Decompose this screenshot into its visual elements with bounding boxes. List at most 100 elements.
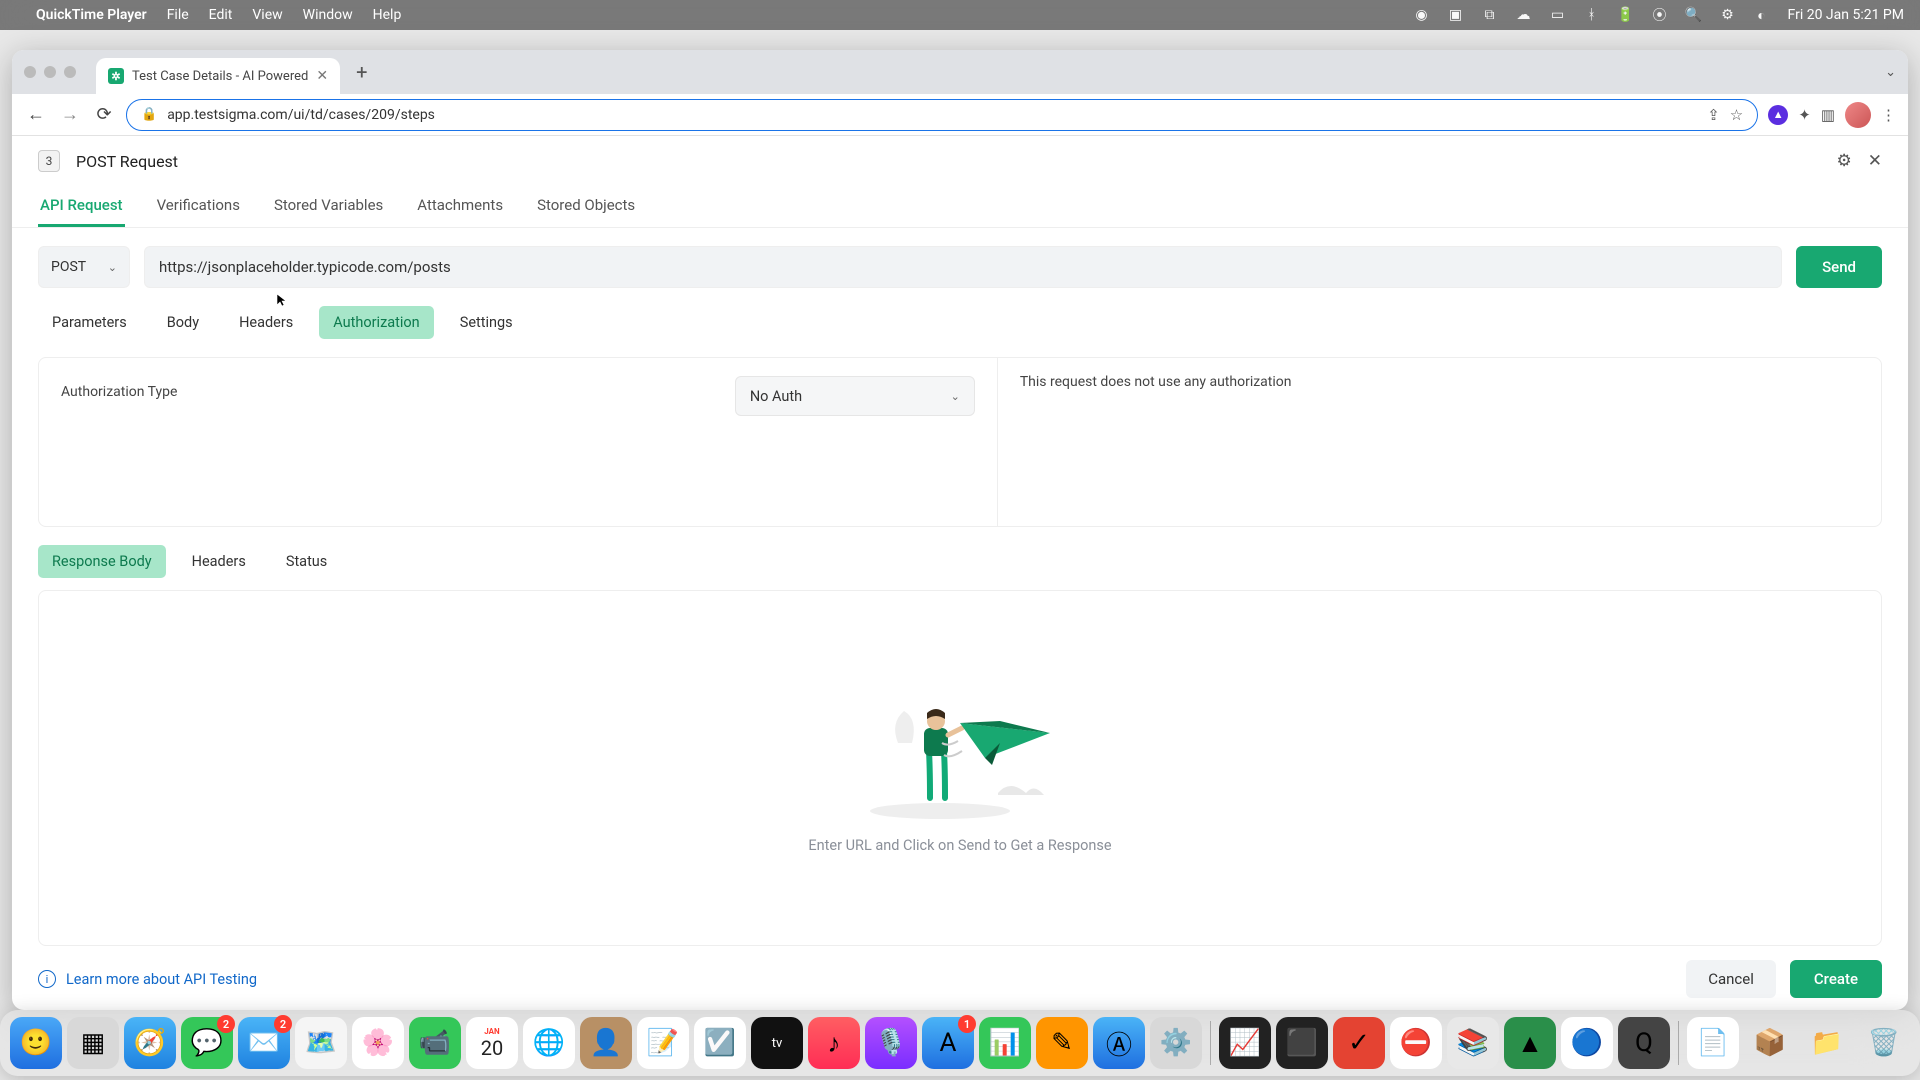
dock-books-icon[interactable]: 📚 — [1447, 1017, 1499, 1069]
forward-button[interactable]: → — [58, 104, 82, 125]
auth-type-select[interactable]: No Auth ⌄ — [735, 376, 975, 416]
tab-title: Test Case Details - AI Powered — [132, 69, 308, 84]
dock-safari-icon[interactable]: 🧭 — [124, 1017, 176, 1069]
cancel-button[interactable]: Cancel — [1686, 960, 1776, 998]
dock-downloads-icon[interactable]: 📦 — [1744, 1017, 1796, 1069]
wifi-icon[interactable]: ⦿ — [1652, 7, 1668, 23]
dock-quicktime-icon[interactable]: Q — [1618, 1017, 1670, 1069]
tabs-dropdown-icon[interactable]: ⌄ — [1885, 65, 1896, 80]
control-center-icon[interactable]: ⚙ — [1720, 7, 1736, 23]
dock-reminders-icon[interactable]: ☑️ — [694, 1017, 746, 1069]
new-tab-button[interactable]: + — [348, 60, 375, 84]
dock-settings-icon[interactable]: ⚙️ — [1150, 1017, 1202, 1069]
tab-attachments[interactable]: Attachments — [415, 186, 505, 227]
back-button[interactable]: ← — [24, 104, 48, 125]
page-header: 3 POST Request ⚙ ✕ — [12, 136, 1908, 186]
dock-appstore-icon[interactable]: A1 — [922, 1017, 974, 1069]
request-sub-tabs: Parameters Body Headers Authorization Se… — [12, 302, 1908, 349]
dock-notes-icon[interactable]: 📝 — [637, 1017, 689, 1069]
menu-window[interactable]: Window — [303, 7, 353, 23]
subtab-settings[interactable]: Settings — [446, 306, 527, 339]
extensions-puzzle-icon[interactable]: ✦ — [1798, 106, 1811, 124]
send-button[interactable]: Send — [1796, 246, 1882, 288]
menubar-app-name[interactable]: QuickTime Player — [36, 7, 147, 23]
bookmark-star-icon[interactable]: ☆ — [1730, 106, 1743, 124]
resptab-status[interactable]: Status — [272, 545, 341, 578]
dock-todoist-icon[interactable]: ✓ — [1333, 1017, 1385, 1069]
dock-folder-icon[interactable]: 📁 — [1801, 1017, 1853, 1069]
resptab-body[interactable]: Response Body — [38, 545, 166, 578]
menu-edit[interactable]: Edit — [209, 7, 233, 23]
battery-box-icon[interactable]: ▭ — [1550, 7, 1566, 23]
display-icon[interactable]: ⧉ — [1482, 7, 1498, 23]
window-minimize-icon[interactable] — [44, 66, 56, 78]
method-value: POST — [51, 259, 86, 275]
browser-tab[interactable]: ✲ Test Case Details - AI Powered ✕ — [96, 58, 340, 94]
tab-stored-objects[interactable]: Stored Objects — [535, 186, 637, 227]
dock-maps-icon[interactable]: 🗺️ — [295, 1017, 347, 1069]
window-maximize-icon[interactable] — [64, 66, 76, 78]
dock-messages-icon[interactable]: 💬2 — [181, 1017, 233, 1069]
dock-screenrec-icon[interactable]: ⛔ — [1390, 1017, 1442, 1069]
menu-help[interactable]: Help — [373, 7, 402, 23]
window-close-icon[interactable] — [24, 66, 36, 78]
auth-note: This request does not use any authorizat… — [997, 358, 1881, 526]
dock-finder-icon[interactable]: 🙂 — [10, 1017, 62, 1069]
dock-loom-icon[interactable]: 🔵 — [1561, 1017, 1613, 1069]
share-icon[interactable]: ⇪ — [1707, 106, 1720, 124]
airdrop-icon[interactable]: ☁ — [1516, 7, 1532, 23]
address-bar[interactable]: 🔒 app.testsigma.com/ui/td/cases/209/step… — [126, 99, 1758, 131]
close-icon[interactable]: ✕ — [1868, 151, 1882, 171]
extension-icon[interactable]: ▲ — [1768, 105, 1788, 125]
chrome-window: ✲ Test Case Details - AI Powered ✕ + ⌄ ←… — [12, 50, 1908, 1010]
request-url-input[interactable] — [144, 246, 1782, 288]
tab-stored-variables[interactable]: Stored Variables — [272, 186, 385, 227]
battery-icon[interactable]: 🔋 — [1618, 7, 1634, 23]
chrome-menu-icon[interactable]: ⋮ — [1881, 106, 1896, 124]
reload-button[interactable]: ⟳ — [92, 104, 116, 125]
dock-tv-icon[interactable]: tv — [751, 1017, 803, 1069]
dock-terminal-icon[interactable]: ⬛ — [1276, 1017, 1328, 1069]
dock-chrome-icon[interactable]: 🌐 — [523, 1017, 575, 1069]
tab-close-icon[interactable]: ✕ — [316, 68, 328, 84]
dock-activity-icon[interactable]: 📈 — [1219, 1017, 1271, 1069]
chrome-toolbar: ← → ⟳ 🔒 app.testsigma.com/ui/td/cases/20… — [12, 94, 1908, 136]
search-icon[interactable]: 🔍 — [1686, 7, 1702, 23]
dock-textedit-icon[interactable]: 📄 — [1687, 1017, 1739, 1069]
menubar-clock[interactable]: Fri 20 Jan 5:21 PM — [1788, 7, 1904, 23]
subtab-body[interactable]: Body — [153, 306, 213, 339]
menu-file[interactable]: File — [167, 7, 189, 23]
learn-more-link[interactable]: Learn more about API Testing — [66, 971, 257, 988]
tab-api-request[interactable]: API Request — [38, 186, 125, 227]
dock-calendar-icon[interactable]: JAN20 — [466, 1017, 518, 1069]
dock-launchpad-icon[interactable]: ▦ — [67, 1017, 119, 1069]
http-method-select[interactable]: POST ⌄ — [38, 246, 130, 288]
siri-icon[interactable]: ◐ — [1754, 7, 1770, 23]
dock-podcasts-icon[interactable]: 🎙️ — [865, 1017, 917, 1069]
menu-view[interactable]: View — [252, 7, 282, 23]
subtab-headers[interactable]: Headers — [225, 306, 307, 339]
dock-facetime-icon[interactable]: 📹 — [409, 1017, 461, 1069]
record-icon[interactable]: ◉ — [1414, 7, 1430, 23]
dock-photos-icon[interactable]: 🌸 — [352, 1017, 404, 1069]
dock-appstore2-icon[interactable]: Ⓐ — [1093, 1017, 1145, 1069]
resptab-headers[interactable]: Headers — [178, 545, 260, 578]
dock-numbers-icon[interactable]: 📊 — [979, 1017, 1031, 1069]
gear-icon[interactable]: ⚙ — [1837, 151, 1852, 171]
create-button[interactable]: Create — [1790, 960, 1882, 998]
tab-verifications[interactable]: Verifications — [155, 186, 242, 227]
dock-music-icon[interactable]: ♪ — [808, 1017, 860, 1069]
dock-app-green-icon[interactable]: ▲ — [1504, 1017, 1556, 1069]
subtab-authorization[interactable]: Authorization — [319, 306, 433, 339]
bluetooth-icon[interactable]: ᚼ — [1584, 7, 1600, 23]
tile-icon[interactable]: ▣ — [1448, 7, 1464, 23]
dock-trash-icon[interactable]: 🗑️ — [1858, 1017, 1910, 1069]
dock-mail-icon[interactable]: ✉️2 — [238, 1017, 290, 1069]
dock-pages-icon[interactable]: ✎ — [1036, 1017, 1088, 1069]
dock-contacts-icon[interactable]: 👤 — [580, 1017, 632, 1069]
lock-icon[interactable]: 🔒 — [141, 107, 157, 122]
sidepanel-icon[interactable]: ▥ — [1821, 106, 1835, 124]
profile-avatar[interactable] — [1845, 102, 1871, 128]
subtab-parameters[interactable]: Parameters — [38, 306, 141, 339]
response-tabs: Response Body Headers Status — [12, 527, 1908, 586]
